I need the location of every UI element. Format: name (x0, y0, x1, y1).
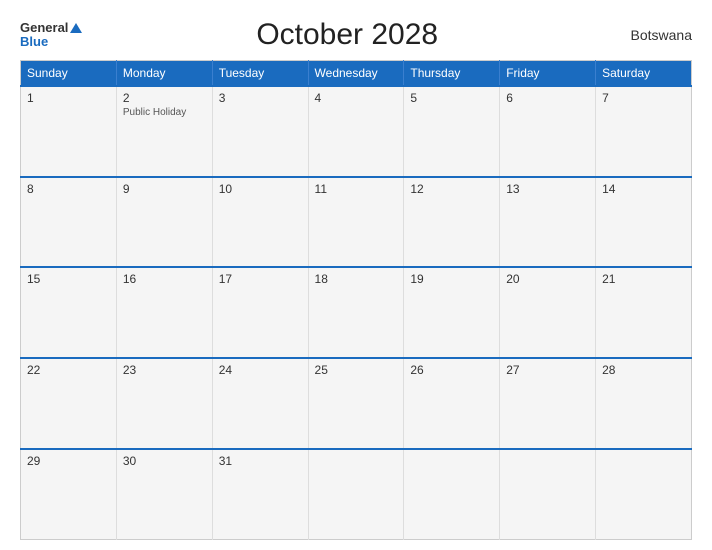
calendar-cell: 20 (500, 267, 596, 358)
day-number: 25 (315, 363, 398, 377)
calendar-cell: 3 (212, 86, 308, 177)
calendar-cell: 15 (21, 267, 117, 358)
day-number: 29 (27, 454, 110, 468)
calendar-cell: 29 (21, 449, 117, 540)
logo-blue: Blue (20, 35, 82, 49)
calendar-cell: 18 (308, 267, 404, 358)
calendar-cell (404, 449, 500, 540)
day-number: 13 (506, 182, 589, 196)
weekday-friday: Friday (500, 61, 596, 87)
calendar-cell: 17 (212, 267, 308, 358)
logo-general: General (20, 21, 82, 35)
calendar-cell: 5 (404, 86, 500, 177)
calendar-cell: 13 (500, 177, 596, 268)
calendar-cell: 21 (596, 267, 692, 358)
country-label: Botswana (612, 27, 692, 43)
calendar-cell: 22 (21, 358, 117, 449)
calendar-cell: 12 (404, 177, 500, 268)
day-number: 20 (506, 272, 589, 286)
calendar-cell: 26 (404, 358, 500, 449)
calendar-week-row: 15 16 17 18 19 20 21 (21, 267, 692, 358)
calendar-week-row: 22 23 24 25 26 27 28 (21, 358, 692, 449)
day-number: 17 (219, 272, 302, 286)
calendar-cell: 1 (21, 86, 117, 177)
calendar-cell: 6 (500, 86, 596, 177)
day-number: 30 (123, 454, 206, 468)
day-number: 2 (123, 91, 206, 105)
header: General Blue October 2028 Botswana (20, 18, 692, 52)
day-number: 28 (602, 363, 685, 377)
logo: General Blue (20, 21, 82, 50)
day-number: 6 (506, 91, 589, 105)
day-number: 23 (123, 363, 206, 377)
weekday-thursday: Thursday (404, 61, 500, 87)
day-number: 14 (602, 182, 685, 196)
calendar-cell: 16 (116, 267, 212, 358)
calendar-cell: 11 (308, 177, 404, 268)
day-number: 31 (219, 454, 302, 468)
day-number: 1 (27, 91, 110, 105)
day-number: 22 (27, 363, 110, 377)
calendar-cell: 14 (596, 177, 692, 268)
logo-triangle-icon (70, 23, 82, 33)
calendar-cell: 9 (116, 177, 212, 268)
calendar-cell: 7 (596, 86, 692, 177)
calendar-cell: 30 (116, 449, 212, 540)
day-number: 3 (219, 91, 302, 105)
calendar-cell: 27 (500, 358, 596, 449)
weekday-sunday: Sunday (21, 61, 117, 87)
day-number: 15 (27, 272, 110, 286)
holiday-label: Public Holiday (123, 107, 206, 118)
calendar-cell: 10 (212, 177, 308, 268)
calendar-week-row: 12 Public Holiday 34567 (21, 86, 692, 177)
day-number: 26 (410, 363, 493, 377)
day-number: 16 (123, 272, 206, 286)
day-number: 5 (410, 91, 493, 105)
day-number: 8 (27, 182, 110, 196)
calendar-cell: 4 (308, 86, 404, 177)
page: General Blue October 2028 Botswana Sunda… (0, 0, 712, 550)
weekday-saturday: Saturday (596, 61, 692, 87)
calendar-table: Sunday Monday Tuesday Wednesday Thursday… (20, 60, 692, 540)
day-number: 21 (602, 272, 685, 286)
calendar-week-row: 89 10 11 12 13 14 (21, 177, 692, 268)
calendar-cell: 31 (212, 449, 308, 540)
day-number: 7 (602, 91, 685, 105)
calendar-title: October 2028 (82, 18, 612, 52)
calendar-cell: 2 Public Holiday (116, 86, 212, 177)
day-number: 27 (506, 363, 589, 377)
day-number: 9 (123, 182, 206, 196)
weekday-monday: Monday (116, 61, 212, 87)
calendar-week-row: 29 30 31 (21, 449, 692, 540)
day-number: 24 (219, 363, 302, 377)
day-number: 18 (315, 272, 398, 286)
day-number: 12 (410, 182, 493, 196)
day-number: 11 (315, 182, 398, 196)
weekday-tuesday: Tuesday (212, 61, 308, 87)
weekday-row: Sunday Monday Tuesday Wednesday Thursday… (21, 61, 692, 87)
calendar-cell: 25 (308, 358, 404, 449)
calendar-cell (308, 449, 404, 540)
calendar-cell: 8 (21, 177, 117, 268)
calendar-body: 12Public Holiday345678910111213141516171… (21, 86, 692, 540)
calendar-cell: 19 (404, 267, 500, 358)
day-number: 19 (410, 272, 493, 286)
calendar-cell: 24 (212, 358, 308, 449)
day-number: 10 (219, 182, 302, 196)
weekday-wednesday: Wednesday (308, 61, 404, 87)
calendar-header: Sunday Monday Tuesday Wednesday Thursday… (21, 61, 692, 87)
calendar-cell: 28 (596, 358, 692, 449)
day-number: 4 (315, 91, 398, 105)
calendar-cell (596, 449, 692, 540)
calendar-cell (500, 449, 596, 540)
calendar-cell: 23 (116, 358, 212, 449)
